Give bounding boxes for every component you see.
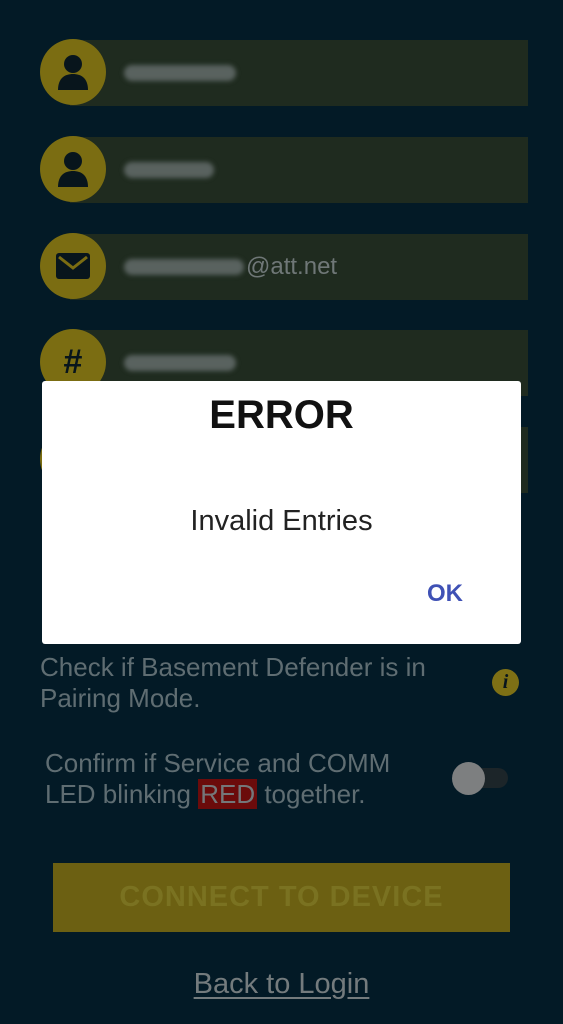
confirm-led-text: Confirm if Service and COMM LED blinking… <box>45 748 391 809</box>
last-name-field[interactable] <box>40 136 528 203</box>
envelope-icon <box>40 233 106 299</box>
red-highlight: RED <box>198 779 258 809</box>
user-icon <box>40 39 106 105</box>
back-to-login-link[interactable]: Back to Login <box>0 968 563 1001</box>
email-value: @att.net <box>124 234 337 300</box>
connect-to-device-button[interactable]: CONNECT TO DEVICE <box>53 863 510 932</box>
dialog-title: ERROR <box>209 393 354 437</box>
info-icon[interactable]: i <box>492 669 519 696</box>
error-dialog: ERROR Invalid Entries OK <box>42 381 521 644</box>
pairing-mode-text: Check if Basement Defender is in Pairing… <box>40 652 426 713</box>
email-field[interactable]: @att.net <box>40 233 528 300</box>
email-domain: @att.net <box>246 253 338 280</box>
ok-button[interactable]: OK <box>427 580 463 608</box>
dialog-message: Invalid Entries <box>190 505 373 537</box>
toggle-knob <box>452 762 485 795</box>
led-confirm-toggle[interactable] <box>452 762 508 795</box>
first-name-field[interactable] <box>40 39 528 106</box>
first-name-value <box>124 40 238 106</box>
last-name-value <box>124 137 216 203</box>
user-icon <box>40 136 106 202</box>
